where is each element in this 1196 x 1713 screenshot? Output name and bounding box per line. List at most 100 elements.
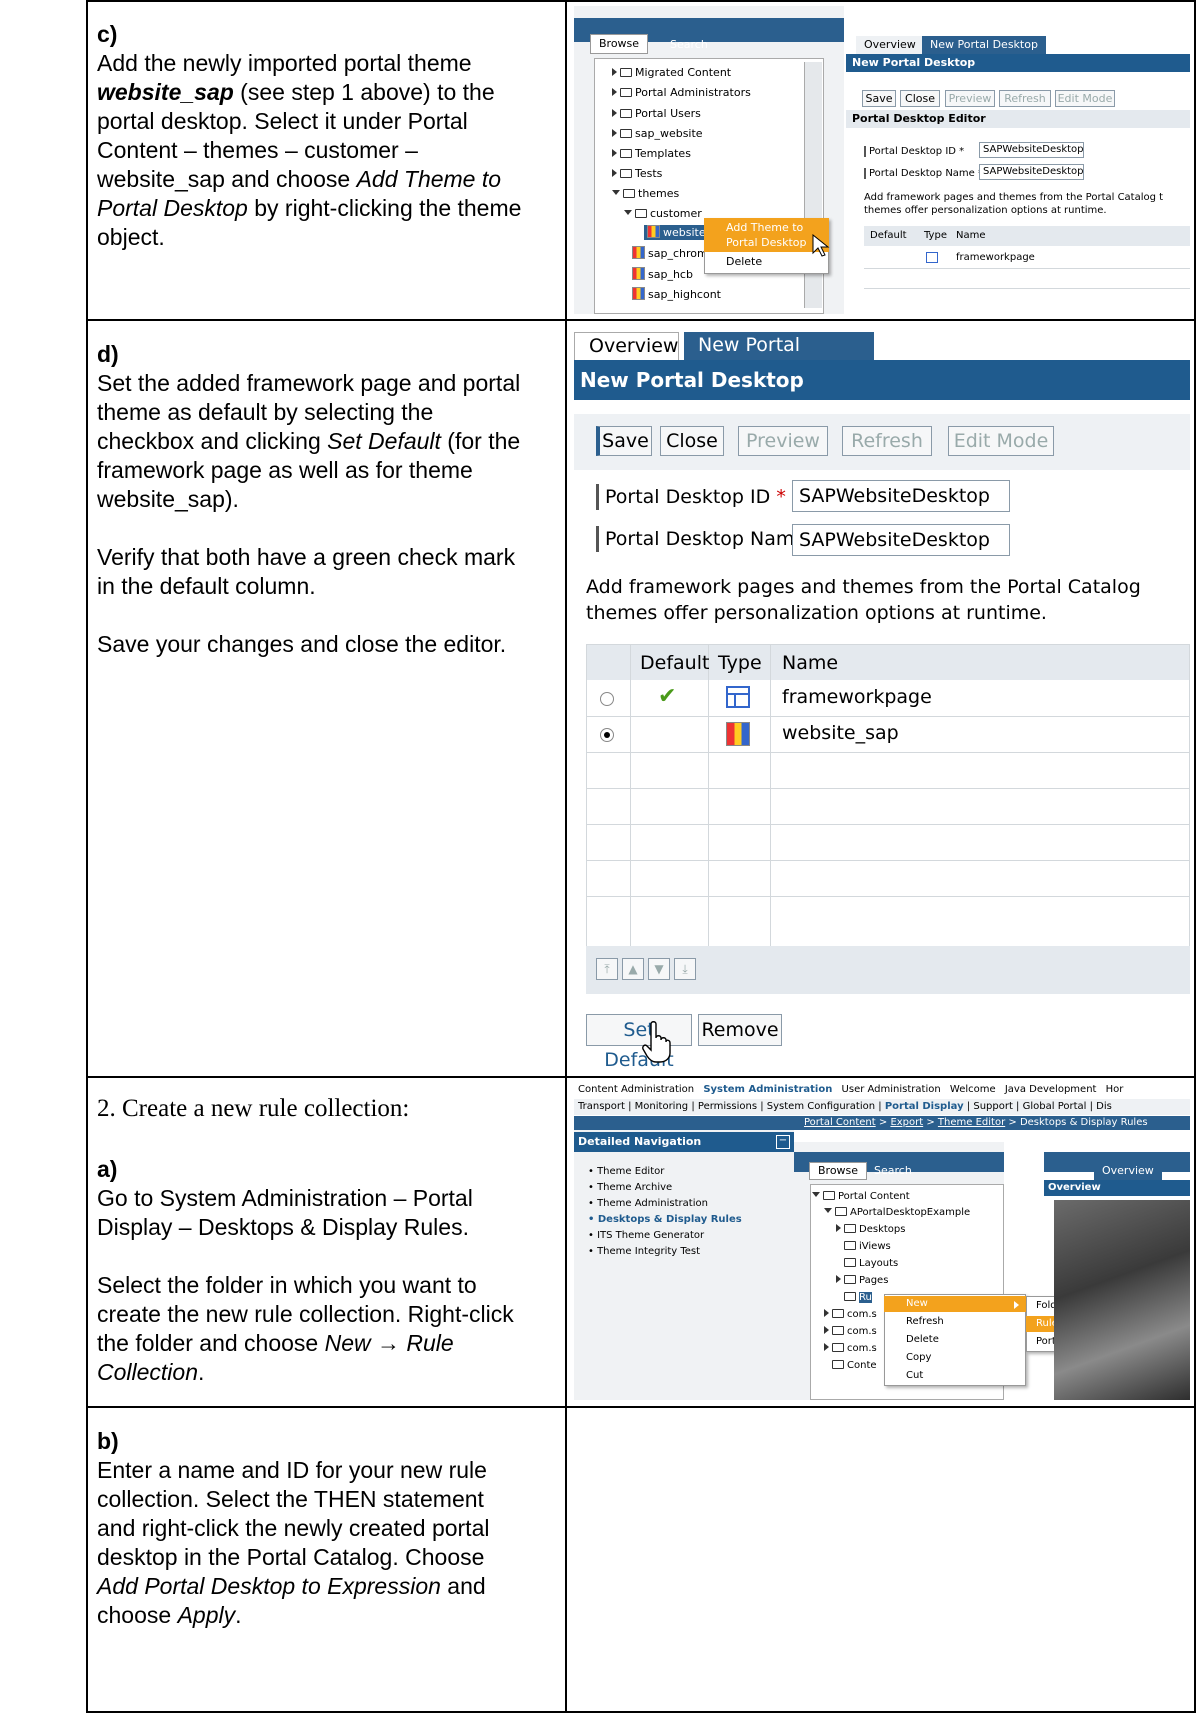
tree-item[interactable]: Portal Users <box>612 107 701 121</box>
name-label: Portal Desktop Name * <box>864 168 983 179</box>
remove-button[interactable]: Remove <box>698 1014 782 1046</box>
preview-button[interactable]: Preview <box>738 426 828 456</box>
nav-item[interactable]: • ITS Theme Generator <box>588 1228 742 1244</box>
tree-item[interactable]: Templates <box>612 147 691 161</box>
nav-item[interactable]: • Theme Editor <box>588 1164 742 1180</box>
top-tab[interactable]: Hor <box>1106 1084 1124 1095</box>
breadcrumb-link[interactable]: Theme Editor <box>938 1117 1005 1128</box>
nav-item[interactable]: • Theme Archive <box>588 1180 742 1196</box>
table-divider <box>565 0 567 1713</box>
tab-browse[interactable]: Browse <box>590 34 649 54</box>
tree-item[interactable]: com.s <box>824 1342 877 1356</box>
menu-item-new[interactable]: New <box>884 1296 1026 1312</box>
tree-item[interactable]: Tests <box>612 167 662 181</box>
collapse-icon[interactable]: − <box>776 1135 790 1149</box>
breadcrumb-link[interactable]: Portal Content <box>804 1117 876 1128</box>
hint-line-1: Add framework pages and themes from the … <box>864 192 1164 203</box>
menu-item-refresh[interactable]: Refresh <box>884 1314 1026 1330</box>
top-tab[interactable]: Java Development <box>1005 1084 1097 1095</box>
id-input[interactable]: SAPWebsiteDesktop <box>792 480 1010 512</box>
sub-tab[interactable]: Dis <box>1096 1101 1112 1112</box>
tab-overview[interactable]: Overview <box>856 36 924 54</box>
hint-line-1: Add framework pages and themes from the … <box>586 576 1141 598</box>
menu-item-copy[interactable]: Copy <box>884 1350 1026 1366</box>
sub-tab[interactable]: Monitoring <box>635 1101 688 1112</box>
nav-list: • Theme Editor • Theme Archive • Theme A… <box>588 1164 742 1260</box>
step-text-italic: Apply <box>177 1602 236 1628</box>
nav-item[interactable]: • Theme Administration <box>588 1196 742 1212</box>
sub-tab[interactable]: Transport <box>578 1101 625 1112</box>
save-button[interactable]: Save <box>862 90 896 107</box>
tab-new-portal-desktop[interactable]: New Portal Desktop <box>922 36 1046 54</box>
tab-overview[interactable]: Overview <box>1094 1162 1162 1180</box>
move-top-button[interactable]: ⤒ <box>596 958 618 980</box>
edit-mode-button[interactable]: Edit Mode <box>948 426 1054 456</box>
menu-item-cut[interactable]: Cut <box>884 1368 1026 1384</box>
sub-tab-active[interactable]: Portal Display <box>885 1101 964 1112</box>
close-button[interactable]: Close <box>660 426 724 456</box>
refresh-button[interactable]: Refresh <box>842 426 932 456</box>
sub-tab[interactable]: System Configuration <box>767 1101 875 1112</box>
step-text-italic: Set Default <box>327 428 441 454</box>
top-tab[interactable]: Welcome <box>950 1084 996 1095</box>
tree-item[interactable]: com.s <box>824 1308 877 1322</box>
set-default-button[interactable]: Set Default <box>586 1014 692 1070</box>
tree-item[interactable]: sap_chrome <box>632 246 714 261</box>
refresh-button[interactable]: Refresh <box>999 90 1051 107</box>
tree-item[interactable]: Portal Administrators <box>612 86 751 100</box>
name-input[interactable]: SAPWebsiteDesktop <box>792 524 1010 556</box>
save-button[interactable]: Save <box>596 426 652 456</box>
row-line <box>864 288 1190 289</box>
tree-item[interactable]: com.s <box>824 1325 877 1339</box>
tab-browse[interactable]: Browse <box>809 1162 868 1180</box>
row-line <box>586 860 1190 861</box>
row-radio[interactable] <box>600 692 614 706</box>
tree-item-selected[interactable]: Ru <box>844 1291 872 1305</box>
breadcrumb-link[interactable]: Export <box>890 1117 923 1128</box>
tree-item[interactable]: themes <box>612 187 679 201</box>
step-text: Go to System Administration – Portal Dis… <box>97 1185 473 1240</box>
row-radio-selected[interactable] <box>600 728 614 742</box>
edit-mode-button[interactable]: Edit Mode <box>1055 90 1115 107</box>
tree-item[interactable]: Desktops <box>836 1223 905 1237</box>
tree-item[interactable]: APortalDesktopExample <box>824 1206 970 1220</box>
tree-item[interactable]: sap_highcont <box>632 287 721 302</box>
move-up-button[interactable]: ▲ <box>622 958 644 980</box>
sub-tab[interactable]: Support <box>973 1101 1013 1112</box>
tab-overview[interactable]: Overview <box>574 332 679 360</box>
step-text: Enter a name and ID for your new rule co… <box>97 1457 490 1570</box>
sub-tab[interactable]: Global Portal <box>1023 1101 1087 1112</box>
tree-item[interactable]: Pages <box>836 1274 888 1288</box>
tree-item[interactable]: Layouts <box>844 1257 898 1271</box>
tree-item[interactable]: sap_hcb <box>632 267 693 282</box>
tree-item[interactable]: customer <box>624 207 702 221</box>
tree-item[interactable]: Migrated Content <box>612 66 731 80</box>
sub-tab[interactable]: Permissions <box>698 1101 757 1112</box>
menu-item-delete[interactable]: Delete <box>884 1332 1026 1348</box>
tree-item[interactable]: sap_website <box>612 127 703 141</box>
name-input[interactable]: SAPWebsiteDesktop <box>979 164 1084 180</box>
id-input[interactable]: SAPWebsiteDesktop <box>979 142 1084 158</box>
tab-search[interactable]: Search <box>662 36 716 54</box>
move-bottom-button[interactable]: ⤓ <box>674 958 696 980</box>
top-tab[interactable]: Content Administration <box>578 1084 694 1095</box>
mouse-cursor-icon <box>812 234 830 257</box>
tab-new-portal-desktop[interactable]: New Portal Desktop <box>684 332 874 382</box>
tree-item[interactable]: Portal Content <box>812 1190 910 1204</box>
top-tab[interactable]: User Administration <box>842 1084 941 1095</box>
top-tab-active[interactable]: System Administration <box>703 1084 832 1095</box>
col-line <box>770 644 771 946</box>
move-down-button[interactable]: ▼ <box>648 958 670 980</box>
menu-item-add-theme[interactable]: Add Theme to Portal Desktop <box>704 218 829 252</box>
step-b: b) Enter a name and ID for your new rule … <box>97 1427 557 1630</box>
step-text: . <box>235 1602 242 1628</box>
close-button[interactable]: Close <box>900 90 940 107</box>
nav-item[interactable]: • Theme Integrity Test <box>588 1244 742 1260</box>
menu-item-delete[interactable]: Delete <box>704 254 829 270</box>
tab-search[interactable]: Search <box>866 1162 920 1180</box>
row-line <box>864 268 1190 269</box>
tree-item[interactable]: Conte <box>832 1359 877 1373</box>
preview-button[interactable]: Preview <box>945 90 995 107</box>
tree-item[interactable]: iViews <box>844 1240 891 1254</box>
nav-item-active[interactable]: • Desktops & Display Rules <box>588 1212 742 1228</box>
